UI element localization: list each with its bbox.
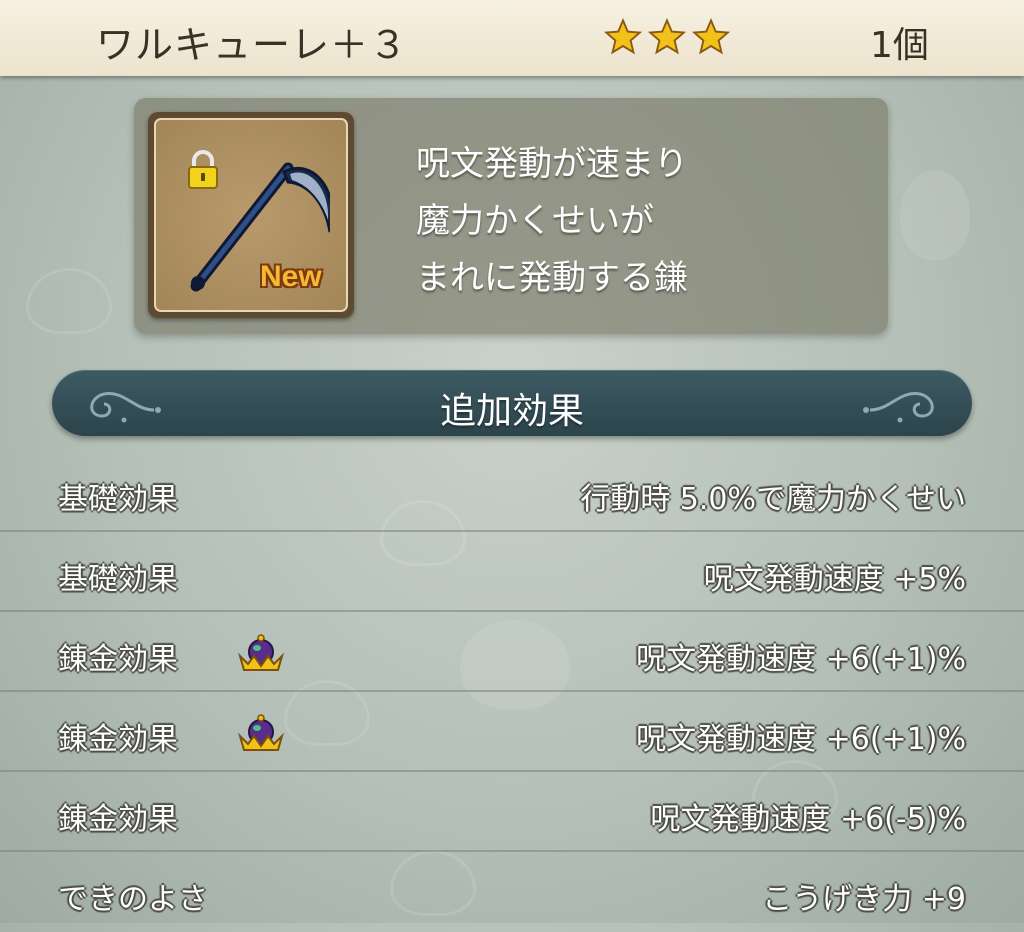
effect-label: 錬金効果	[58, 642, 178, 677]
item-header: ワルキューレ＋３ 1個	[0, 0, 1024, 76]
effect-label: できのよさ	[58, 882, 208, 917]
effect-row: できのよさ こうげき力 +9	[0, 852, 1024, 932]
rarity-stars	[604, 18, 730, 56]
item-description: 呪文発動が速まり 魔力かくせいが まれに発動する鎌	[416, 136, 876, 307]
effect-value: 呪文発動速度 +6(+1)%	[636, 642, 966, 677]
effect-label: 基礎効果	[58, 482, 178, 517]
item-name: ワルキューレ＋３	[96, 23, 409, 67]
star-icon	[604, 18, 642, 55]
star-icon	[648, 18, 686, 55]
effect-value: 呪文発動速度 +6(+1)%	[636, 722, 966, 757]
item-icon-frame[interactable]: New	[148, 112, 354, 318]
item-icon-background: New	[154, 118, 348, 312]
section-title: 追加効果	[439, 391, 584, 432]
new-badge: New	[260, 260, 322, 293]
effect-row: 基礎効果 呪文発動速度 +5%	[0, 532, 1024, 612]
lock-icon[interactable]	[186, 150, 220, 190]
effect-row: 錬金効果 呪文発動速度 +6(+1)%	[0, 612, 1024, 692]
crown-icon	[237, 634, 285, 671]
effect-label: 基礎効果	[58, 562, 178, 597]
description-line: 呪文発動が速まり	[416, 144, 688, 184]
description-line: 魔力かくせいが	[416, 201, 654, 241]
effect-row: 錬金効果 呪文発動速度 +6(+1)%	[0, 692, 1024, 772]
effect-value: 呪文発動速度 +6(-5)%	[650, 802, 966, 837]
crown-icon	[237, 714, 285, 751]
star-icon	[692, 18, 730, 55]
effect-value: こうげき力 +9	[762, 882, 966, 917]
effect-label: 錬金効果	[58, 802, 178, 837]
background-leaf-decoration	[900, 170, 970, 260]
right-flourish-icon	[863, 392, 934, 423]
additional-effects-banner: 追加効果	[52, 370, 972, 436]
effects-list: 基礎効果 行動時 5.0%で魔力かくせい 基礎効果 呪文発動速度 +5% 錬金効…	[0, 452, 1024, 932]
effect-row: 錬金効果 呪文発動速度 +6(-5)%	[0, 772, 1024, 852]
item-quantity: 1個	[870, 25, 929, 66]
effect-label: 錬金効果	[58, 722, 178, 757]
effect-value: 呪文発動速度 +5%	[703, 562, 966, 597]
background-slime-decoration	[26, 268, 112, 334]
description-line: まれに発動する鎌	[416, 258, 688, 298]
effect-value: 行動時 5.0%で魔力かくせい	[580, 482, 966, 517]
effect-row: 基礎効果 行動時 5.0%で魔力かくせい	[0, 452, 1024, 532]
